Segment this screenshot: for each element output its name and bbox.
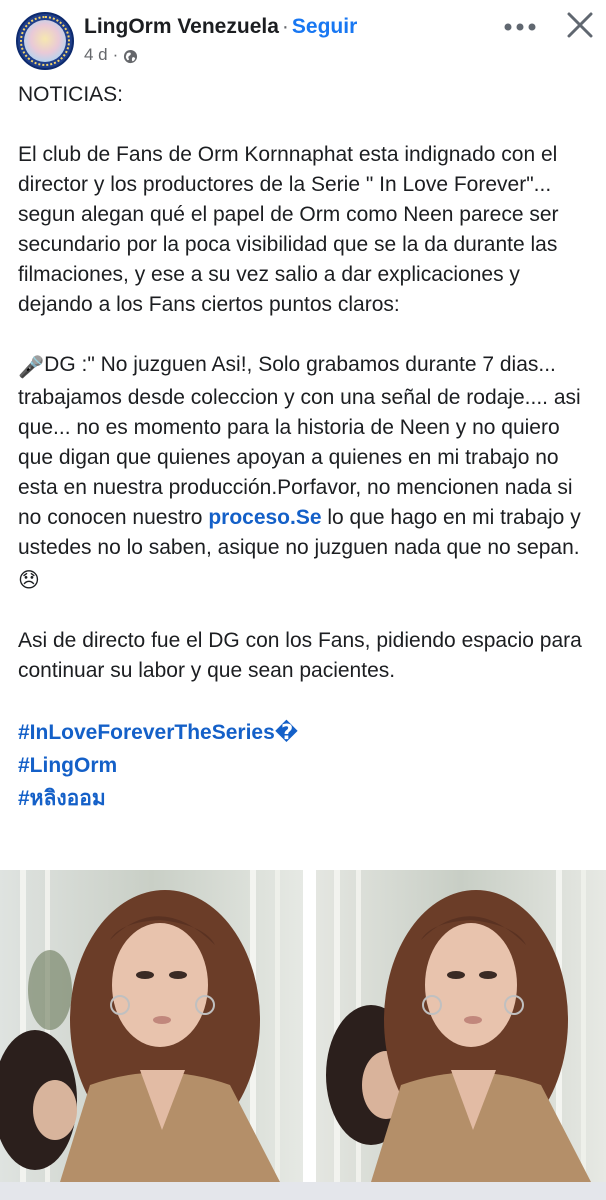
follow-button[interactable]: Seguir (292, 15, 357, 38)
hashtag-inloveforever[interactable]: #InLoveForeverTheSeries� (18, 716, 594, 749)
close-button[interactable] (561, 8, 599, 46)
post-paragraph-intro: El club de Fans de Orm Kornnaphat esta i… (18, 143, 559, 316)
globe-icon (123, 48, 138, 63)
post-meta: 4 d · (84, 44, 138, 66)
page-avatar[interactable] (16, 12, 74, 70)
close-icon (567, 12, 593, 43)
meta-separator: · (112, 45, 119, 64)
post-paragraph-quote: 🎤DG :" No juzguen Asi!, Solo grabamos du… (18, 350, 594, 596)
post-header: LingOrm Venezuela · Seguir 4 d · (0, 0, 606, 76)
post-body: NOTICIAS: El club de Fans de Orm Kornnap… (18, 80, 594, 815)
title-row: LingOrm Venezuela · Seguir (84, 13, 357, 41)
process-link[interactable]: proceso.Se (208, 506, 321, 529)
photo-grid (0, 870, 606, 1182)
page-name-link[interactable]: LingOrm Venezuela (84, 15, 279, 38)
disappointed-face-icon: 😞 (18, 569, 40, 592)
more-dots-icon (504, 18, 536, 36)
photo-right[interactable] (316, 870, 606, 1182)
post-paragraph-closing: Asi de directo fue el DG con los Fans, p… (18, 629, 582, 682)
microphone-icon: 🎤 (18, 356, 45, 379)
avatar-ring (20, 16, 70, 66)
hashtag-list: #InLoveForeverTheSeries� #LingOrm #หลิงอ… (18, 716, 594, 815)
quote-text-part1: DG :" No juzguen Asi!, Solo grabamos dur… (18, 353, 581, 529)
more-options-button[interactable] (502, 10, 538, 44)
title-separator: · (281, 15, 289, 38)
post-timestamp[interactable]: 4 d (84, 44, 108, 66)
photo-left[interactable] (0, 870, 303, 1182)
bottom-divider (0, 1182, 606, 1200)
post-paragraph-headline: NOTICIAS: (18, 83, 124, 106)
hashtag-lingorm[interactable]: #LingOrm (18, 749, 594, 782)
hashtag-thai[interactable]: #หลิงออม (18, 782, 594, 815)
